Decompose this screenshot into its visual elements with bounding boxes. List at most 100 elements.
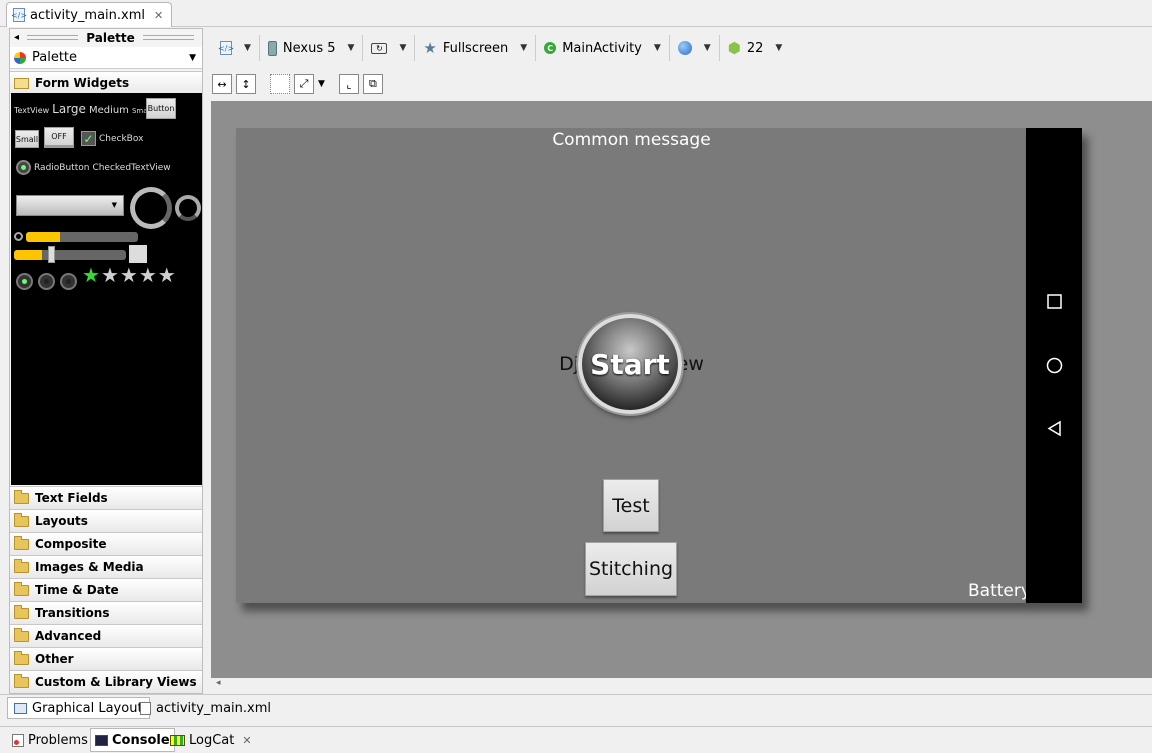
graphical-layout-icon — [14, 702, 27, 714]
category-label: Advanced — [35, 629, 102, 643]
scroll-left-icon[interactable]: ◂ — [216, 678, 221, 688]
checkbox-label: CheckBox — [99, 133, 144, 144]
category-text-fields[interactable]: Text Fields — [10, 486, 202, 509]
chevron-down-icon: ▼ — [653, 43, 661, 53]
widget-radiobutton[interactable]: RadioButton CheckedTextView — [16, 160, 171, 175]
category-composite[interactable]: Composite — [10, 532, 202, 555]
editor-tab-strip: </> activity_main.xml ✕ — [0, 0, 1152, 27]
orientation-chooser[interactable]: ↻ ▼ — [363, 35, 416, 61]
widget-button[interactable]: Button — [146, 98, 176, 119]
widget-large-text[interactable]: Large — [52, 102, 86, 116]
star-empty-icon[interactable]: ★ — [139, 265, 157, 285]
tab-graphical-layout[interactable]: Graphical Layout — [7, 697, 150, 719]
zoom-button[interactable]: ⤢ — [294, 74, 314, 94]
battery-text: Battery — [968, 581, 1031, 601]
star-empty-icon[interactable]: ★ — [158, 265, 176, 285]
console-icon — [95, 734, 108, 746]
api-level-label: 22 — [746, 40, 764, 56]
toggle-view-button[interactable]: ⌞ — [338, 74, 359, 94]
close-icon[interactable]: ✕ — [154, 9, 163, 22]
chevron-down-icon: ▼ — [703, 43, 711, 53]
stitching-button[interactable]: Stitching — [585, 542, 677, 596]
config-chooser-button[interactable]: </> ▼ — [212, 35, 260, 61]
category-custom-library-views[interactable]: Custom & Library Views — [10, 670, 202, 693]
widget-progress-large[interactable] — [130, 187, 172, 229]
widget-progressbar-horizontal[interactable] — [26, 232, 138, 242]
widget-checkbox[interactable]: ✓ CheckBox — [81, 131, 143, 146]
refresh-layout-button[interactable]: ⧉ — [362, 74, 383, 94]
chevron-down-icon: ▼ — [399, 43, 407, 53]
widget-small-button[interactable]: Small — [15, 130, 39, 148]
editor-mode-tabs: Graphical Layout activity_main.xml — [0, 694, 1152, 720]
chevron-down-icon: ▼ — [244, 43, 251, 53]
widget-spinner[interactable]: ▼ — [16, 195, 124, 216]
device-chooser[interactable]: Nexus 5 ▼ — [260, 35, 364, 61]
palette-select-label: Palette — [32, 50, 78, 65]
tab-console[interactable]: Console — [90, 728, 175, 752]
category-label: Transitions — [35, 606, 110, 620]
widget-quickcontact-badge[interactable] — [129, 245, 147, 263]
widget-progress-small[interactable] — [14, 232, 23, 241]
editor-tab-activity-main[interactable]: </> activity_main.xml ✕ — [6, 2, 173, 27]
start-button[interactable]: Start — [578, 314, 682, 414]
close-icon[interactable]: ✕ — [242, 734, 251, 747]
widget-medium-text[interactable]: Medium — [89, 105, 129, 116]
phone-icon — [267, 40, 277, 56]
problems-icon — [12, 733, 24, 747]
palette-mode-select[interactable]: Palette ▼ — [10, 47, 202, 69]
category-layouts[interactable]: Layouts — [10, 509, 202, 532]
widget-ratingbar[interactable]: ★ ★ ★ ★ ★ — [82, 265, 176, 285]
locale-chooser[interactable]: ▼ — [670, 35, 720, 61]
chevron-down-icon[interactable]: ▼ — [318, 79, 325, 89]
fill-height-button[interactable]: ↕ — [236, 74, 256, 94]
folder-icon — [14, 512, 29, 527]
radiobutton-label: RadioButton — [34, 162, 90, 173]
recents-icon[interactable] — [1046, 293, 1063, 310]
activity-chooser[interactable]: C MainActivity ▼ — [536, 35, 670, 61]
tab-label: activity_main.xml — [156, 700, 272, 716]
tab-label: Console — [112, 732, 170, 748]
back-icon[interactable] — [1046, 420, 1063, 437]
widget-textview[interactable]: TextView — [14, 106, 49, 115]
category-images-media[interactable]: Images & Media — [10, 555, 202, 578]
star-empty-icon[interactable]: ★ — [120, 265, 138, 285]
test-button[interactable]: Test — [603, 479, 659, 532]
logcat-icon — [170, 734, 185, 746]
palette-icon — [14, 51, 26, 64]
tab-xml-source[interactable]: activity_main.xml — [134, 697, 277, 719]
collapse-left-icon[interactable]: ◂ — [14, 32, 19, 43]
horizontal-scrollbar[interactable]: ◂ — [211, 678, 1152, 692]
category-time-date[interactable]: Time & Date — [10, 578, 202, 601]
star-empty-icon[interactable]: ★ — [101, 265, 119, 285]
star-filled-icon[interactable]: ★ — [82, 265, 100, 285]
tab-logcat[interactable]: LogCat ✕ — [166, 728, 256, 752]
category-other[interactable]: Other — [10, 647, 202, 670]
widget-radio-group[interactable] — [16, 273, 77, 290]
folder-icon — [14, 627, 29, 642]
layout-file-icon: </> — [218, 41, 234, 55]
fill-width-button[interactable]: ↔ — [212, 74, 232, 94]
folder-icon — [14, 604, 29, 619]
seekbar-thumb[interactable] — [48, 246, 55, 263]
widget-seekbar[interactable] — [14, 250, 126, 260]
common-message-text: Common message — [552, 130, 711, 150]
tab-problems[interactable]: Problems — [8, 728, 92, 752]
category-advanced[interactable]: Advanced — [10, 624, 202, 647]
category-label: Images & Media — [35, 560, 144, 574]
chevron-down-icon: ▼ — [520, 43, 528, 53]
folder-icon — [14, 535, 29, 550]
category-form-widgets[interactable]: Form Widgets — [10, 71, 202, 94]
checkbox-icon: ✓ — [81, 131, 96, 146]
margins-icon[interactable] — [270, 74, 290, 94]
widget-progress-normal[interactable] — [175, 195, 201, 221]
device-screen[interactable]: Common message DjiCameraView Start Test … — [236, 128, 1031, 603]
widget-toggle-button[interactable]: OFF — [44, 127, 74, 148]
layout-canvas[interactable]: Common message DjiCameraView Start Test … — [211, 101, 1152, 692]
folder-icon — [14, 558, 29, 573]
chevron-down-icon: ▼ — [111, 201, 117, 209]
theme-chooser[interactable]: ★ Fullscreen ▼ — [415, 35, 537, 61]
home-icon[interactable] — [1046, 357, 1063, 374]
api-level-chooser[interactable]: ⬢ 22 ▼ — [720, 35, 791, 61]
category-transitions[interactable]: Transitions — [10, 601, 202, 624]
radio-icon — [16, 160, 31, 175]
